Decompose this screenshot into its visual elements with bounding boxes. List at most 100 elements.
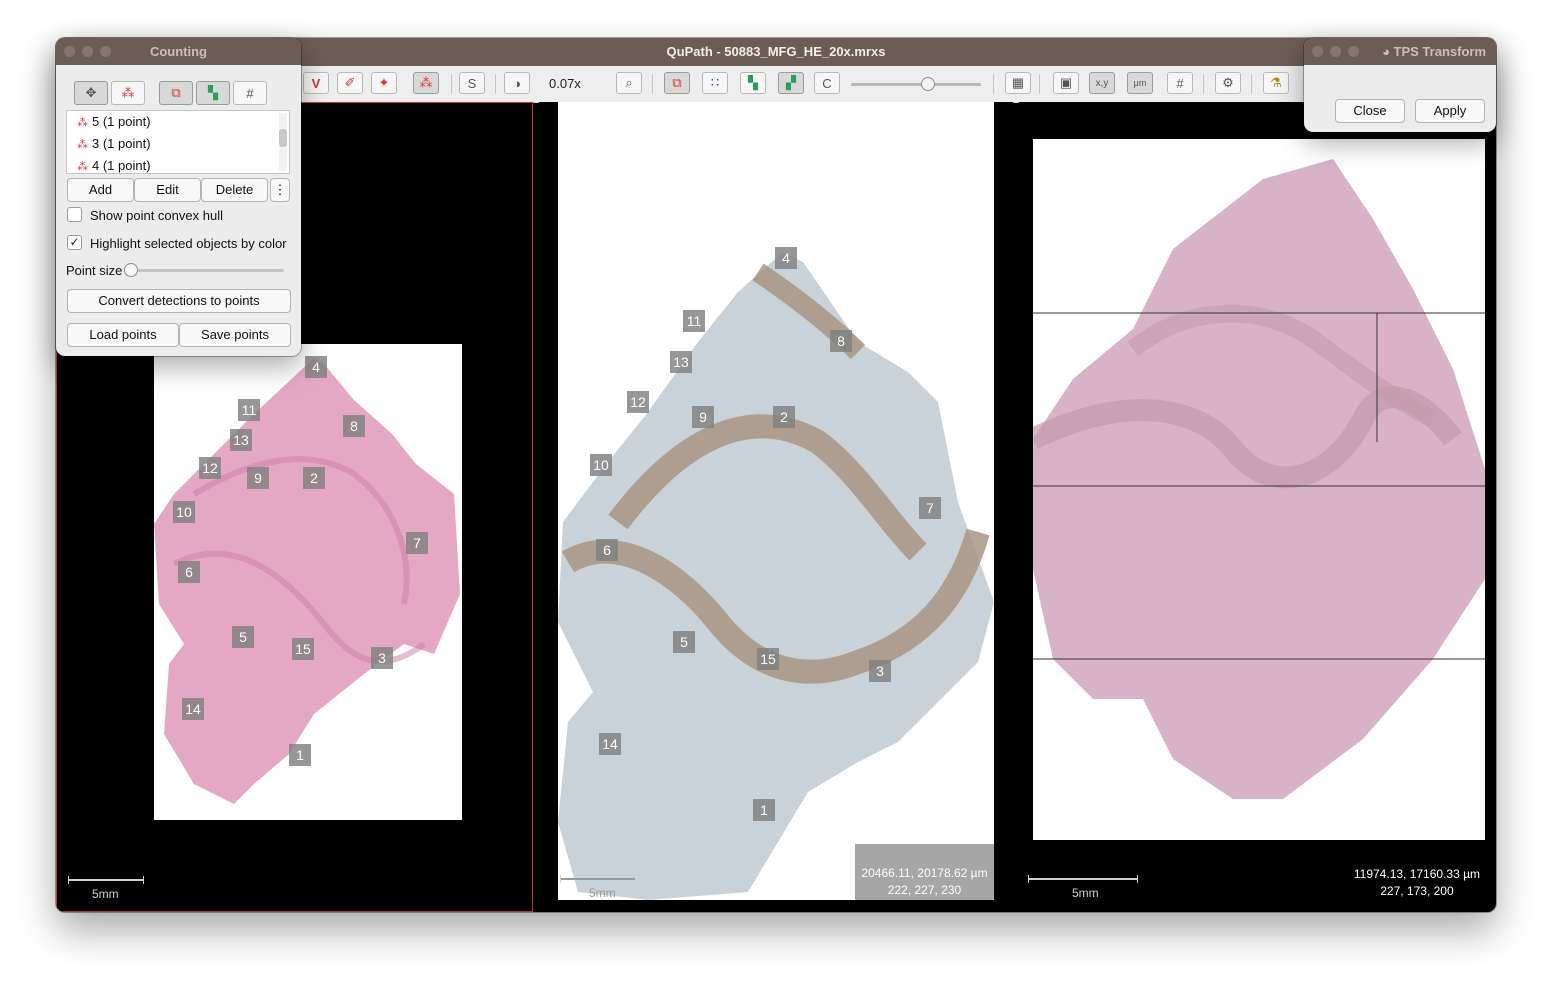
- landmark-label: 7: [919, 497, 941, 519]
- measurement-table-button[interactable]: ▦: [1005, 72, 1031, 94]
- landmark-label: 10: [590, 454, 612, 476]
- points-icon: ⁂: [77, 161, 88, 173]
- convert-detections-button[interactable]: Convert detections to points: [67, 289, 291, 313]
- list-item[interactable]: ⁂ 4 (1 point): [67, 155, 289, 177]
- landmark-label: 10: [173, 501, 195, 523]
- points-tool-button[interactable]: ⁂: [413, 72, 439, 94]
- selection-mode-label: S: [467, 75, 477, 91]
- show-tma-grid-button[interactable]: ∷: [702, 72, 728, 94]
- opacity-slider-track[interactable]: [851, 83, 981, 86]
- landmark-label: 7: [406, 532, 428, 554]
- landmark-label: 6: [178, 561, 200, 583]
- opacity-slider-knob[interactable]: [921, 77, 935, 91]
- cursor-coordinates: 20466.11, 20178.62 µm: [861, 866, 988, 880]
- connections-label: C: [822, 75, 832, 91]
- show-hull-checkbox[interactable]: [67, 207, 82, 222]
- log-button[interactable]: ⚗: [1263, 72, 1289, 94]
- list-item-label: 4 (1 point): [92, 158, 151, 173]
- gear-icon: ⚙: [1222, 75, 1234, 90]
- show-hull-label: Show point convex hull: [90, 208, 223, 223]
- scrollbar-thumb[interactable]: [279, 129, 287, 147]
- point-size-label: Point size: [66, 263, 123, 278]
- points-icon: ⁂: [121, 85, 135, 100]
- list-item-label: 5 (1 point): [92, 114, 151, 129]
- cursor-info: 11974.13, 17160.33 µm 227, 173, 200: [1354, 866, 1480, 900]
- apply-button[interactable]: Apply: [1415, 99, 1485, 123]
- cursor-rgb: 222, 227, 230: [887, 883, 962, 897]
- show-detections-button[interactable]: ▚: [740, 72, 766, 94]
- window-controls: [1312, 46, 1359, 57]
- close-button[interactable]: Close: [1335, 99, 1405, 123]
- preferences-button[interactable]: ⚙: [1215, 72, 1241, 94]
- minimize-dot[interactable]: [82, 46, 93, 57]
- load-points-button[interactable]: Load points: [67, 323, 179, 347]
- landmark-label: 8: [830, 330, 852, 352]
- fill-detections-icon: ▞: [786, 75, 796, 90]
- landmark-label: 3: [869, 660, 891, 682]
- show-annotations-button[interactable]: ⧉: [664, 72, 690, 94]
- point-size-knob[interactable]: [124, 263, 138, 277]
- move-tool-button[interactable]: ✥: [74, 81, 108, 105]
- brightness-contrast-button[interactable]: ◑: [504, 72, 530, 94]
- add-button[interactable]: Add: [67, 178, 134, 202]
- close-dot[interactable]: [1312, 46, 1323, 57]
- point-size-slider[interactable]: [128, 269, 284, 272]
- wand-tool-button[interactable]: ✦: [371, 72, 397, 94]
- brush-tool-button[interactable]: ✐: [337, 72, 363, 94]
- points-tool-button[interactable]: ⁂: [111, 81, 145, 105]
- toolbar-separator: [1203, 74, 1204, 94]
- zoom-dot[interactable]: [1348, 46, 1359, 57]
- zoom-to-fit-button[interactable]: ⌕: [616, 72, 642, 94]
- microscope-icon: ⚗: [1270, 75, 1282, 90]
- landmark-label: 1: [753, 799, 775, 821]
- magnifier-icon: ⌕: [625, 75, 633, 90]
- highlight-label: Highlight selected objects by color: [90, 236, 287, 251]
- landmark-label: 4: [775, 247, 797, 269]
- overview-button[interactable]: ▣: [1053, 72, 1079, 94]
- grid-button[interactable]: #: [1167, 72, 1193, 94]
- viewer-right[interactable]: 11974.13, 17160.33 µm 227, 173, 200 5mm: [1019, 102, 1496, 912]
- close-dot[interactable]: [64, 46, 75, 57]
- landmark-label: 14: [182, 698, 204, 720]
- viewer-middle[interactable]: 4 11 8 13 12 9 2 10 7 6 5 15 3 14 1 2046…: [539, 102, 1013, 912]
- zoom-dot[interactable]: [100, 46, 111, 57]
- more-options-button[interactable]: ⋮: [270, 178, 290, 202]
- scalebar-button[interactable]: μm: [1127, 72, 1153, 94]
- scale-bar: 5mm: [1028, 875, 1138, 900]
- counting-panel: Counting ✥ ⁂ ⧉ ▚ # ⁂ 5 (1 point) ⁂ 3 (1 po…: [56, 38, 301, 356]
- scale-bar: 5mm: [68, 876, 144, 901]
- polyline-tool-button[interactable]: V: [303, 72, 329, 94]
- list-item[interactable]: ⁂ 3 (1 point): [67, 133, 289, 155]
- selection-mode-button[interactable]: S: [459, 72, 485, 94]
- scale-bar-label: 5mm: [1072, 886, 1099, 900]
- edit-button[interactable]: Edit: [134, 178, 201, 202]
- contrast-icon: ◑: [513, 75, 521, 91]
- location-button[interactable]: x,y: [1089, 72, 1115, 94]
- grid-button[interactable]: #: [233, 81, 267, 105]
- scale-bar-label: 5mm: [92, 887, 119, 901]
- show-detections-button[interactable]: ▚: [196, 81, 230, 105]
- polyline-tool-label: V: [311, 75, 321, 91]
- window-controls: [64, 46, 111, 57]
- list-item[interactable]: ⁂ 5 (1 point): [67, 111, 289, 133]
- points-icon: ⁂: [419, 75, 433, 90]
- landmark-label: 13: [230, 429, 252, 451]
- toolbar-separator: [495, 74, 496, 94]
- scalebar-icon: μm: [1133, 78, 1147, 88]
- detections-icon: ▚: [748, 75, 758, 90]
- points-list[interactable]: ⁂ 5 (1 point) ⁂ 3 (1 point) ⁂ 4 (1 point): [66, 110, 290, 174]
- wand-icon: ✦: [378, 75, 390, 90]
- highlight-checkbox[interactable]: ✓: [67, 235, 82, 250]
- tps-title: TPS Transform: [1393, 44, 1486, 59]
- landmark-label: 12: [627, 391, 649, 413]
- scale-bar: 5mm: [560, 875, 636, 900]
- minimize-dot[interactable]: [1330, 46, 1341, 57]
- list-scrollbar[interactable]: [279, 113, 287, 171]
- fill-detections-button[interactable]: ▞: [778, 72, 804, 94]
- delete-button[interactable]: Delete: [201, 178, 268, 202]
- show-annotations-button[interactable]: ⧉: [159, 81, 193, 105]
- save-points-button[interactable]: Save points: [179, 323, 291, 347]
- landmark-label: 9: [247, 467, 269, 489]
- cursor-coordinates: 11974.13, 17160.33 µm: [1353, 867, 1480, 881]
- show-connections-button[interactable]: C: [814, 72, 840, 94]
